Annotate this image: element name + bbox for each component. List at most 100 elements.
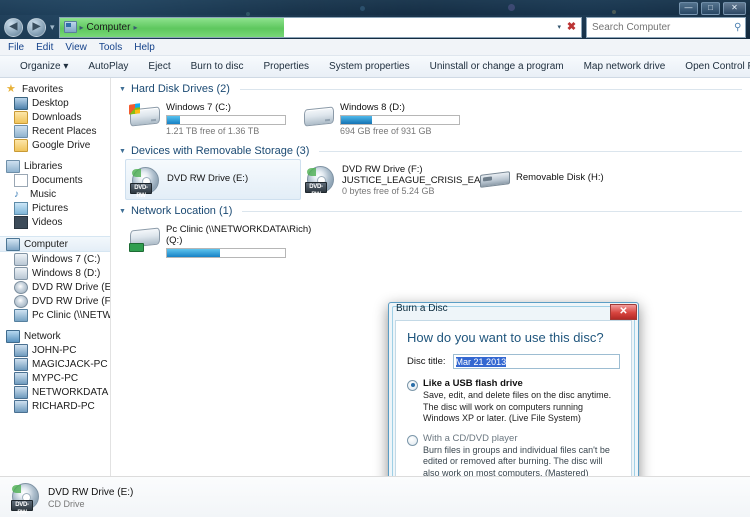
properties-button[interactable]: Properties bbox=[253, 61, 319, 72]
menu-item-view[interactable]: View bbox=[65, 42, 87, 53]
drive-name: DVD RW Drive (E:) bbox=[167, 173, 249, 184]
sidebar-item-downloads[interactable]: Downloads bbox=[0, 110, 110, 124]
close-button[interactable]: ✕ bbox=[723, 2, 746, 15]
drive-name: Windows 8 (D:) bbox=[340, 102, 405, 113]
drive-tile-pc-clinic-q[interactable]: Pc Clinic (\\NETWORKDATA\Rich) (Q:) bbox=[125, 219, 312, 263]
option-live-file-system[interactable]: Like a USB flash drive Save, edit, and d… bbox=[407, 378, 620, 425]
sidebar-item-google-drive[interactable]: Google Drive bbox=[0, 138, 110, 152]
sidebar-label: Libraries bbox=[24, 160, 63, 172]
drive-tile-text: DVD RW Drive (F:) JUSTICE_LEAGUE_CRISIS_… bbox=[342, 163, 506, 196]
back-button[interactable]: ◀ bbox=[4, 17, 23, 37]
minimize-button[interactable]: — bbox=[679, 2, 698, 15]
menu-item-file[interactable]: File bbox=[8, 42, 24, 53]
organize-button[interactable]: Organize ▾ bbox=[10, 61, 78, 72]
sidebar-item-windows7-c[interactable]: Windows 7 (C:) bbox=[0, 252, 110, 266]
menu-item-tools[interactable]: Tools bbox=[99, 42, 122, 53]
collapse-triangle-icon[interactable]: ▼ bbox=[119, 148, 126, 155]
breadcrumb[interactable]: ▸ Computer ▸ ▾ ✖ bbox=[58, 16, 582, 38]
option-description: Burn files in groups and individual file… bbox=[423, 444, 610, 477]
option-heading: Like a USB flash drive bbox=[423, 378, 523, 389]
sidebar-item-desktop[interactable]: Desktop bbox=[0, 96, 110, 110]
drive-name: Removable Disk (H:) bbox=[516, 172, 604, 183]
system-properties-button[interactable]: System properties bbox=[319, 61, 420, 72]
forward-button[interactable]: ▶ bbox=[27, 17, 46, 37]
sidebar-item-computer[interactable]: Computer bbox=[0, 236, 110, 252]
navigation-pane[interactable]: ★ Favorites Desktop Downloads Recent Pla… bbox=[0, 78, 111, 476]
sidebar-label: MYPC-PC bbox=[32, 372, 79, 384]
sidebar-item-network[interactable]: Network bbox=[0, 329, 110, 343]
chevron-down-icon[interactable]: ▾ bbox=[557, 23, 561, 31]
stop-icon[interactable]: ✖ bbox=[565, 21, 578, 34]
breadcrumb-inner: ▸ Computer ▸ bbox=[60, 21, 137, 33]
menu-item-edit[interactable]: Edit bbox=[36, 42, 53, 53]
sidebar-item-dvd-f[interactable]: DVD RW Drive (F:) JU bbox=[0, 294, 110, 308]
sidebar-item-pictures[interactable]: Pictures bbox=[0, 201, 110, 215]
search-box[interactable]: ⚲ bbox=[586, 16, 746, 38]
drive-tile-removable-h[interactable]: Removable Disk (H:) bbox=[475, 159, 621, 200]
autoplay-button[interactable]: AutoPlay bbox=[78, 61, 138, 72]
radio-button-icon[interactable] bbox=[407, 434, 418, 446]
recent-pages-chevron-icon[interactable]: ▾ bbox=[50, 22, 55, 33]
burn-to-disc-button[interactable]: Burn to disc bbox=[181, 61, 254, 72]
group-header-removable-storage[interactable]: ▼ Devices with Removable Storage (3) bbox=[111, 140, 750, 159]
sidebar-item-john-pc[interactable]: JOHN-PC bbox=[0, 343, 110, 357]
collapse-triangle-icon[interactable]: ▼ bbox=[119, 208, 126, 215]
map-network-drive-button[interactable]: Map network drive bbox=[574, 61, 676, 72]
drive-tile-dvd-e[interactable]: DVD-RW DVD RW Drive (E:) bbox=[125, 159, 301, 200]
computer-icon bbox=[14, 385, 28, 399]
dvd-badge-label: DVD-RW bbox=[130, 183, 152, 199]
eject-button[interactable]: Eject bbox=[138, 61, 180, 72]
sidebar-item-windows8-d[interactable]: Windows 8 (D:) bbox=[0, 266, 110, 280]
sidebar-item-magicjack-pc[interactable]: MAGICJACK-PC bbox=[0, 357, 110, 371]
sidebar-item-libraries[interactable]: Libraries bbox=[0, 159, 110, 173]
dialog-close-button[interactable]: ✕ bbox=[610, 304, 637, 320]
sidebar-label: DVD RW Drive (F:) JU bbox=[32, 295, 111, 307]
open-control-panel-button[interactable]: Open Control Panel bbox=[675, 61, 750, 72]
drive-tile-windows8-d[interactable]: Windows 8 (D:) 694 GB free of 931 GB bbox=[299, 97, 473, 140]
collapse-triangle-icon[interactable]: ▼ bbox=[119, 86, 126, 93]
sidebar-item-mypc-pc[interactable]: MYPC-PC bbox=[0, 371, 110, 385]
cd-drive-icon bbox=[14, 294, 28, 308]
dvd-drive-icon: DVD-RW bbox=[304, 163, 336, 198]
dvd-badge-label: DVD-RW bbox=[305, 182, 327, 198]
sidebar-item-documents[interactable]: Documents bbox=[0, 173, 110, 187]
sidebar-label: Videos bbox=[32, 216, 63, 228]
dialog-question: How do you want to use this disc? bbox=[407, 330, 604, 345]
sidebar-item-videos[interactable]: Videos bbox=[0, 215, 110, 229]
radio-button-icon[interactable] bbox=[407, 380, 418, 391]
drive-capacity-bar bbox=[166, 248, 286, 258]
window-controls: — □ ✕ bbox=[679, 2, 746, 15]
search-input[interactable] bbox=[590, 20, 726, 34]
group-header-hard-disk-drives[interactable]: ▼ Hard Disk Drives (2) bbox=[111, 78, 750, 97]
option-mastered[interactable]: With a CD/DVD player Burn files in group… bbox=[407, 433, 620, 477]
sidebar-item-pc-clinic-q[interactable]: Pc Clinic (\\NETWO bbox=[0, 308, 110, 322]
dialog-body: How do you want to use this disc? Disc t… bbox=[395, 320, 632, 476]
group-header-network-location[interactable]: ▼ Network Location (1) bbox=[111, 200, 750, 219]
burn-a-disc-dialog[interactable]: Burn a Disc ✕ How do you want to use thi… bbox=[388, 302, 639, 476]
sidebar-item-richard-pc[interactable]: RICHARD-PC bbox=[0, 399, 110, 413]
breadcrumb-item-computer[interactable]: Computer bbox=[87, 22, 131, 33]
hard-drive-icon bbox=[14, 252, 28, 266]
maximize-button[interactable]: □ bbox=[701, 2, 720, 15]
drive-tile-dvd-f[interactable]: DVD-RW DVD RW Drive (F:) JUSTICE_LEAGUE_… bbox=[301, 159, 506, 200]
menu-item-help[interactable]: Help bbox=[134, 42, 155, 53]
drive-free-space: 1.21 TB free of 1.36 TB bbox=[166, 126, 260, 136]
sidebar-item-dvd-e[interactable]: DVD RW Drive (E:) bbox=[0, 280, 110, 294]
disc-title-input[interactable] bbox=[452, 354, 620, 369]
document-icon bbox=[14, 173, 28, 187]
network-drive-icon bbox=[128, 223, 160, 253]
sidebar-item-recent-places[interactable]: Recent Places bbox=[0, 124, 110, 138]
drive-tile-row: Windows 7 (C:) 1.21 TB free of 1.36 TB W… bbox=[111, 97, 750, 140]
drive-tile-windows7-c[interactable]: Windows 7 (C:) 1.21 TB free of 1.36 TB bbox=[125, 97, 299, 140]
sidebar-item-music[interactable]: ♪ Music bbox=[0, 187, 110, 201]
drive-name: Pc Clinic (\\NETWORKDATA\Rich) bbox=[166, 224, 312, 235]
sidebar-item-favorites[interactable]: ★ Favorites bbox=[0, 82, 110, 96]
sidebar-item-networkdata[interactable]: NETWORKDATA bbox=[0, 385, 110, 399]
explorer-window: — □ ✕ ◀ ▶ ▾ ▸ Computer ▸ ▾ ✖ ⚲ File Edit bbox=[0, 0, 750, 517]
sidebar-label: Documents bbox=[32, 174, 83, 186]
status-bar: DVD-RW DVD RW Drive (E:) CD Drive bbox=[0, 476, 750, 517]
uninstall-program-button[interactable]: Uninstall or change a program bbox=[420, 61, 574, 72]
chevron-right-icon[interactable]: ▸ bbox=[133, 23, 137, 32]
